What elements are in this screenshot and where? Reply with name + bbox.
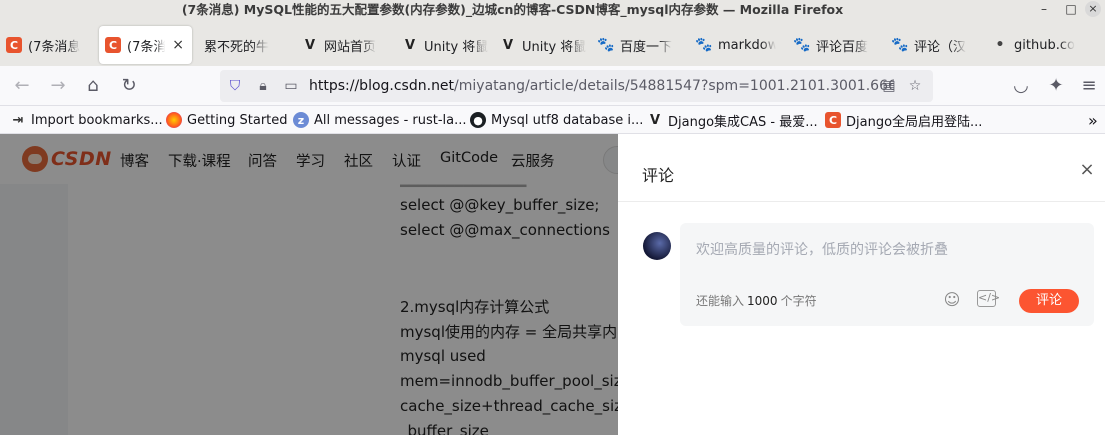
bookmarks-overflow-icon[interactable]: » — [1088, 110, 1098, 130]
bookmark-rust-zulip[interactable]: z All messages - rust-la... — [293, 110, 467, 130]
bookmark-star-icon[interactable]: ☆ — [906, 77, 924, 95]
bookmark-label: Django全局启用登陆... — [846, 114, 983, 130]
tab-label: 累不死的牛 — [204, 39, 270, 55]
comment-placeholder: 欢迎高质量的评论，低质的评论会被折叠 — [696, 242, 948, 258]
tab-label: github.co — [1014, 37, 1075, 53]
page-content: CSDN 博客 下载·课程 问答 学习 社区 认证 GitCode 云服务 ━━… — [0, 134, 1105, 435]
tab-label: 评论（汉 — [914, 39, 967, 55]
tab-label: markdown — [718, 37, 776, 53]
permissions-icon[interactable]: ▭ — [282, 77, 300, 95]
csdn-icon: C — [6, 37, 22, 53]
bookmark-label: Mysql utf8 database i... — [491, 112, 644, 128]
avatar[interactable] — [643, 232, 671, 260]
emoji-icon[interactable]: ☺ — [942, 290, 962, 310]
bookmark-label: Django集成CAS - 最爱... — [668, 114, 818, 130]
bookmark-django-login[interactable]: C Django全局启用登陆... — [825, 110, 982, 130]
window-titlebar: (7条消息) MySQL性能的五大配置参数(内存参数)_边城cn的博客-CSDN… — [0, 0, 1105, 22]
bookmark-label: Getting Started — [187, 112, 288, 128]
zulip-icon: z — [293, 112, 309, 128]
home-icon[interactable]: ⌂ — [80, 73, 106, 99]
tab-label: 评论百度 — [816, 39, 869, 55]
dot-icon: • — [995, 37, 1005, 53]
reload-icon[interactable]: ↻ — [116, 73, 142, 99]
tab-label: (7条消息 — [127, 39, 165, 55]
url-domain: https://blog.csdn.net — [309, 78, 455, 94]
tab-markdown[interactable]: 🐾 markdown — [696, 26, 776, 64]
csdn-icon: C — [105, 37, 121, 53]
char-counter-suffix: 个字符 — [780, 294, 817, 308]
close-window-button[interactable]: × — [1085, 1, 1101, 17]
baidu-paw-icon: 🐾 — [794, 37, 811, 53]
unity-icon: ᐯ — [404, 37, 416, 53]
window-title: (7条消息) MySQL性能的五大配置参数(内存参数)_边城cn的博客-CSDN… — [181, 2, 844, 17]
modal-backdrop[interactable] — [0, 134, 618, 435]
tab-github[interactable]: • github.co — [992, 26, 1078, 64]
pocket-icon[interactable]: ◡ — [1008, 73, 1034, 99]
bookmarks-toolbar: ⇥ Import bookmarks... Getting Started z … — [0, 106, 1105, 134]
baidu-paw-icon: 🐾 — [598, 37, 615, 53]
back-arrow-icon[interactable]: ← — [9, 73, 35, 99]
shield-icon[interactable]: ⛉ — [226, 77, 244, 95]
tab-label: (7条消息 — [28, 39, 81, 55]
tab-csdn-1[interactable]: C (7条消息 — [6, 26, 94, 64]
minimize-button[interactable]: – — [1036, 1, 1052, 17]
tab-website-home[interactable]: ᐯ 网站首页 — [302, 26, 388, 64]
divider — [618, 201, 1105, 202]
comment-panel: 评论 × 欢迎高质量的评论，低质的评论会被折叠 还能输入 1000 个字符 ☺ </… — [618, 134, 1105, 435]
menu-icon[interactable]: ≡ — [1076, 73, 1102, 99]
tab-unity-1[interactable]: ᐯ Unity 将鼠 — [402, 26, 488, 64]
tab-lei-bu-si-de-niu[interactable]: 累不死的牛 — [204, 26, 292, 64]
submit-comment-button[interactable]: 评论 — [1019, 289, 1079, 313]
tab-comment-baidu[interactable]: 🐾 评论百度 — [794, 26, 880, 64]
tab-strip: C (7条消息 C (7条消息 × 累不死的牛 ᐯ 网站首页 ᐯ Unity 将… — [0, 22, 1105, 66]
maximize-button[interactable]: □ — [1063, 1, 1079, 17]
lock-icon[interactable]: 🔒︎ — [254, 77, 272, 95]
reader-view-icon[interactable]: ▤ — [880, 77, 898, 95]
url-path: /miyatang/article/details/54881547?spm=1… — [454, 78, 894, 94]
tab-unity-2[interactable]: ᐯ Unity 将鼠 — [500, 26, 586, 64]
baidu-paw-icon: 🐾 — [696, 37, 713, 53]
forward-arrow-icon[interactable]: → — [45, 73, 71, 99]
tab-label: Unity 将鼠 — [522, 39, 586, 55]
tab-label: 网站首页 — [324, 39, 377, 55]
tab-baidu[interactable]: 🐾 百度一下 — [598, 26, 684, 64]
comment-panel-title: 评论 — [642, 166, 675, 185]
tab-label: 百度一下 — [620, 39, 673, 55]
unity-icon: ᐯ — [649, 112, 661, 128]
csdn-icon: C — [825, 112, 841, 128]
char-counter: 还能输入 1000 个字符 — [696, 292, 817, 309]
bookmark-mysql-utf8[interactable]: ● Mysql utf8 database i... — [470, 110, 643, 130]
firefox-icon — [166, 112, 182, 128]
tab-csdn-active[interactable]: C (7条消息 × — [99, 26, 192, 64]
unity-icon: ᐯ — [304, 37, 316, 53]
baidu-paw-icon: 🐾 — [892, 37, 909, 53]
bookmark-django-cas[interactable]: ᐯ Django集成CAS - 最爱... — [647, 110, 818, 130]
unity-icon: ᐯ — [502, 37, 514, 53]
comment-input[interactable]: 欢迎高质量的评论，低质的评论会被折叠 还能输入 1000 个字符 ☺ </> 评论 — [680, 223, 1094, 326]
bookmark-getting-started[interactable]: Getting Started — [166, 110, 288, 130]
bookmark-import[interactable]: ⇥ Import bookmarks... — [10, 110, 163, 130]
navigation-bar: ← → ⌂ ↻ ⛉ 🔒︎ ▭ https://blog.csdn.net/miy… — [0, 66, 1105, 106]
extensions-icon[interactable]: ✦ — [1043, 73, 1069, 99]
url-text[interactable]: https://blog.csdn.net/miyatang/article/d… — [309, 70, 894, 102]
bookmark-label: All messages - rust-la... — [314, 112, 467, 128]
bookmark-label: Import bookmarks... — [31, 112, 163, 128]
tab-close-icon[interactable]: × — [172, 37, 184, 53]
url-bar[interactable]: ⛉ 🔒︎ ▭ https://blog.csdn.net/miyatang/ar… — [220, 70, 933, 102]
close-icon[interactable]: × — [1077, 160, 1097, 180]
import-icon: ⇥ — [12, 112, 24, 128]
tab-comment-han[interactable]: 🐾 评论（汉 — [892, 26, 978, 64]
char-counter-value: 1000 — [747, 294, 778, 308]
github-icon: ● — [470, 112, 486, 128]
tab-label: Unity 将鼠 — [424, 39, 488, 55]
char-counter-prefix: 还能输入 — [696, 294, 745, 308]
code-icon[interactable]: </> — [977, 290, 1000, 307]
